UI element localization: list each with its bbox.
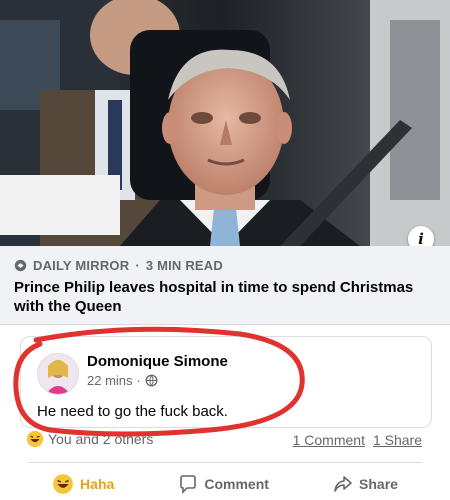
link-preview[interactable]: DAILY MIRROR · 3 MIN READ Prince Philip … [0,246,450,325]
photo-illustration [0,0,450,246]
shares-count-link[interactable]: 1 Share [373,432,422,448]
action-divider [28,462,422,463]
news-photo[interactable] [0,0,450,246]
stat-links: 1 Comment 1 Share [293,432,422,448]
source-row: DAILY MIRROR · 3 MIN READ [14,258,223,273]
share-label: Share [359,476,398,492]
comment-label: Comment [204,476,269,492]
comment-icon [180,475,197,494]
action-bar: Haha Comment Share [20,470,430,498]
article-headline[interactable]: Prince Philip leaves hospital in time to… [14,278,434,316]
source-separator: · [135,258,140,273]
haha-button[interactable]: Haha [52,473,114,495]
comment-button[interactable]: Comment [178,474,269,494]
red-annotation-circle [13,326,305,437]
haha-icon [53,474,73,494]
source-name: DAILY MIRROR [33,258,130,273]
share-button[interactable]: Share [333,474,398,494]
share-icon [334,476,352,492]
read-time: 3 MIN READ [145,258,223,273]
globe-icon [14,259,27,272]
haha-label: Haha [80,476,115,492]
